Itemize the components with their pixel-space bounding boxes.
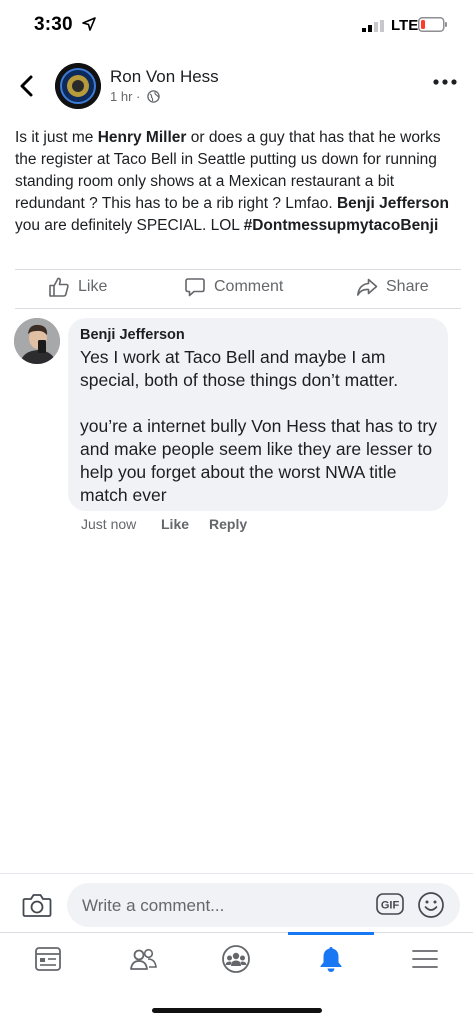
signal-icon [362,20,384,32]
commenter-avatar[interactable] [14,318,60,364]
post-time-ago: 1 hr [110,89,133,104]
post-text-bold-segment[interactable]: #DontmessupmytacoBenji [244,217,439,234]
active-tab-indicator [288,932,374,935]
author-avatar[interactable] [55,63,101,109]
comment-label: Comment [214,278,284,295]
divider [15,308,461,309]
status-time: 3:30 [34,14,73,35]
meta-separator: · [132,89,141,104]
divider [15,269,461,270]
commenter-avatar-image [14,318,60,364]
comment-input-placeholder[interactable]: Write a comment... [82,896,224,916]
post-text-segment: Is it just me [15,129,98,146]
share-button[interactable]: Share [356,276,429,298]
comment-bubble-icon [185,278,205,297]
comment-body-text: Yes I work at Taco Bell and maybe I am s… [80,346,440,507]
post-text-bold-segment[interactable]: Benji Jefferson [337,195,449,212]
gif-icon[interactable]: GIF [376,893,404,915]
globe-icon [147,90,160,103]
share-label: Share [386,278,429,295]
comment-author-name[interactable]: Benji Jefferson [80,327,185,343]
camera-icon[interactable] [22,891,52,919]
back-arrow-icon[interactable] [18,74,36,98]
post-body-text: Is it just me Henry Miller or does a guy… [15,127,461,237]
composer-divider [0,873,473,874]
emoji-icon[interactable] [417,891,445,919]
tab-bar-divider [0,932,473,933]
like-button[interactable]: Like [48,276,107,298]
comment-like-button[interactable]: Like [161,516,189,532]
thumbs-up-icon [49,277,69,297]
author-avatar-image [55,63,101,109]
post-timestamp: 1 hr · [110,89,140,104]
more-options-icon[interactable] [432,76,458,88]
share-arrow-icon [357,278,378,296]
post-author-name[interactable]: Ron Von Hess [110,67,219,87]
notifications-icon[interactable] [316,944,346,974]
battery-icon [418,17,447,32]
comment-paragraph: Yes I work at Taco Bell and maybe I am s… [80,347,399,390]
news-feed-icon[interactable] [33,944,63,974]
comment-button[interactable]: Comment [184,276,283,298]
gif-label: GIF [381,900,400,912]
home-indicator [152,1008,322,1013]
post-text-segment: you are definitely SPECIAL. LOL [15,217,244,234]
comment-timestamp: Just now [81,516,137,532]
friends-icon[interactable] [128,944,158,974]
location-arrow-icon [82,17,96,31]
network-label: LTE [391,17,419,34]
groups-icon[interactable] [221,944,251,974]
like-label: Like [78,278,108,295]
comment-reply-button[interactable]: Reply [209,516,247,532]
menu-icon[interactable] [410,944,440,974]
post-text-bold-segment[interactable]: Henry Miller [98,129,187,146]
comment-paragraph: you’re a internet bully Von Hess that ha… [80,416,437,505]
